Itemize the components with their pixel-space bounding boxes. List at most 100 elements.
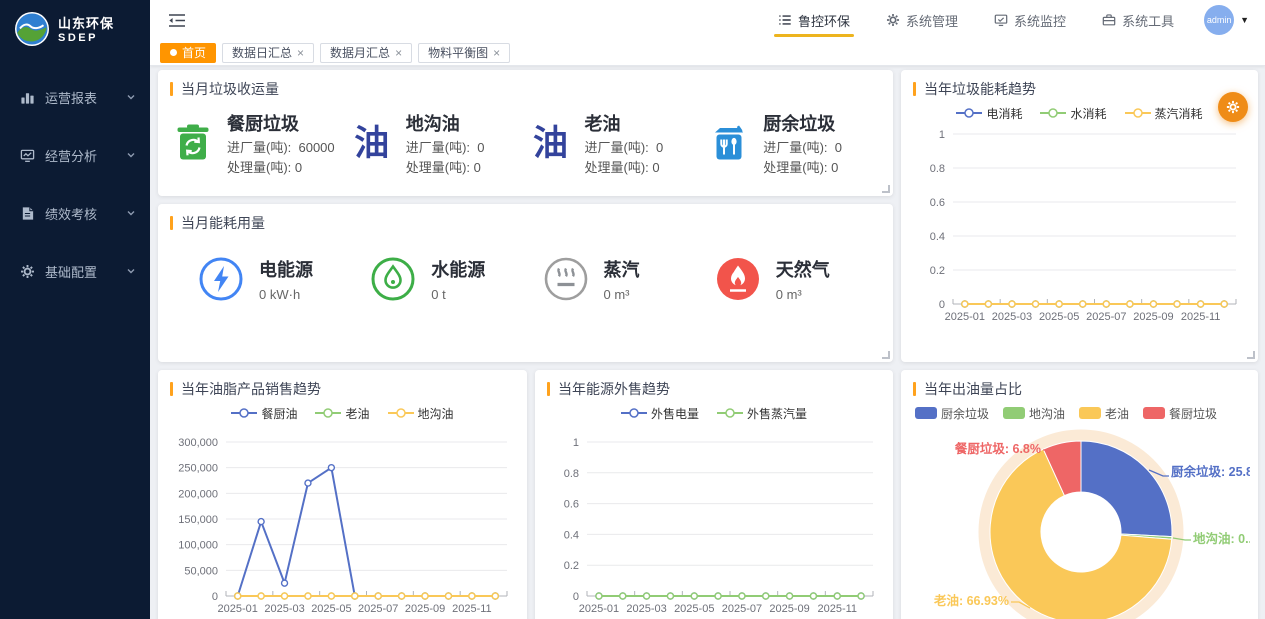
tab-3[interactable]: 物料平衡图 × xyxy=(418,43,510,63)
energy-item-0: 电能源 0 kW·h xyxy=(198,256,370,302)
svg-text:老油: 66.93%: 老油: 66.93% xyxy=(933,593,1009,608)
monitor-icon xyxy=(994,13,1008,27)
energy-item-2: 蒸汽 0 m³ xyxy=(543,256,715,302)
card-monthly-waste: 当月垃圾收运量 餐厨垃圾 进厂量(吨): 60000 处理量(吨): 0 油 地… xyxy=(158,70,893,196)
topnav-label: 鲁控环保 xyxy=(798,11,850,30)
chart-legend: 外售电量 外售蒸汽量 xyxy=(535,402,893,424)
card-header: 当月能耗用量 xyxy=(158,204,893,236)
energy-trend-chart[interactable]: 00.20.40.60.812025-012025-032025-052025-… xyxy=(909,124,1250,340)
topnav-item-0[interactable]: 鲁控环保 xyxy=(778,0,850,40)
topnav-item-2[interactable]: 系统监控 xyxy=(994,0,1066,40)
card-title: 当月垃圾收运量 xyxy=(181,79,279,99)
list-icon xyxy=(778,13,792,27)
legend-item[interactable]: 老油 xyxy=(1079,405,1129,422)
brand-name-en: SDEP xyxy=(58,32,114,45)
close-icon[interactable]: × xyxy=(395,47,402,59)
svg-text:0: 0 xyxy=(573,591,579,603)
avatar[interactable]: admin xyxy=(1204,5,1234,35)
legend-item[interactable]: 蒸汽消耗 xyxy=(1125,105,1203,122)
card-header: 当年出油量占比 xyxy=(901,370,1258,402)
resize-handle[interactable] xyxy=(882,185,890,193)
chart-settings-button[interactable] xyxy=(1218,92,1248,122)
legend-item[interactable]: 水消耗 xyxy=(1040,105,1106,122)
sidebar-item-label: 基础配置 xyxy=(45,262,97,281)
topnav-item-1[interactable]: 系统管理 xyxy=(886,0,958,40)
card-header: 当月垃圾收运量 xyxy=(158,70,893,102)
legend-item[interactable]: 外售电量 xyxy=(621,405,699,422)
sidebar-item-1[interactable]: 经营分析 xyxy=(0,126,150,184)
oil-char-icon: 油 xyxy=(354,126,389,161)
tab-1[interactable]: 数据日汇总 × xyxy=(222,43,314,63)
svg-text:2025-11: 2025-11 xyxy=(817,603,857,615)
gear-icon xyxy=(886,13,900,27)
svg-text:2025-05: 2025-05 xyxy=(674,603,714,615)
tab-0[interactable]: 首页 xyxy=(160,43,216,63)
sidebar-item-2[interactable]: 绩效考核 xyxy=(0,184,150,242)
legend-item[interactable]: 地沟油 xyxy=(1003,405,1065,422)
legend-item[interactable]: 老油 xyxy=(315,405,369,422)
brand-logo-icon xyxy=(14,11,50,50)
svg-text:0.6: 0.6 xyxy=(564,499,579,511)
accent-bar xyxy=(913,82,916,96)
sidebar-item-3[interactable]: 基础配置 xyxy=(0,242,150,300)
svg-text:0.8: 0.8 xyxy=(564,468,579,480)
chart-legend: 厨余垃圾 地沟油 老油 餐厨垃圾 xyxy=(901,402,1258,424)
chevron-down-icon: ▼ xyxy=(1240,16,1249,25)
legend-item[interactable]: 餐厨油 xyxy=(231,405,297,422)
active-dot xyxy=(170,49,177,56)
energy-item-3: 天然气 0 m³ xyxy=(715,256,887,302)
tab-label: 数据月汇总 xyxy=(330,44,390,61)
resize-handle[interactable] xyxy=(882,351,890,359)
close-icon[interactable]: × xyxy=(493,47,500,59)
card-title: 当年垃圾能耗趋势 xyxy=(924,79,1036,99)
top-navigation: 鲁控环保 系统管理 系统监控 系统工具 xyxy=(778,0,1174,40)
waste-in: 进厂量(吨): 60000 xyxy=(227,138,335,158)
legend-label: 老油 xyxy=(1105,405,1129,422)
accent-bar xyxy=(170,382,173,396)
waste-in: 进厂量(吨): 0 xyxy=(763,138,842,158)
document-icon xyxy=(20,206,35,221)
sidebar-collapse-button[interactable] xyxy=(166,9,188,31)
resize-handle[interactable] xyxy=(1247,351,1255,359)
user-menu[interactable]: admin ▼ xyxy=(1204,5,1249,35)
legend-item[interactable]: 外售蒸汽量 xyxy=(717,405,807,422)
svg-text:2025-11: 2025-11 xyxy=(452,603,492,615)
svg-text:1: 1 xyxy=(939,129,945,141)
main-content: 当月垃圾收运量 餐厨垃圾 进厂量(吨): 60000 处理量(吨): 0 油 地… xyxy=(150,66,1265,619)
energy-value: 0 t xyxy=(431,287,485,302)
svg-text:2025-09: 2025-09 xyxy=(1133,311,1173,323)
card-energy-sale-chart: 当年能源外售趋势 外售电量 外售蒸汽量 00.20.40.60.812025-0… xyxy=(535,370,893,619)
brand-logo: 山东环保 SDEP xyxy=(0,0,150,62)
oil-ratio-donut-chart[interactable]: 厨余垃圾: 25.8...地沟油: 0....老油: 66.93%餐厨垃圾: 6… xyxy=(909,424,1250,619)
svg-text:0: 0 xyxy=(212,591,218,603)
legend-label: 地沟油 xyxy=(418,405,454,422)
waste-in: 进厂量(吨): 0 xyxy=(585,138,664,158)
legend-label: 餐厨油 xyxy=(261,405,297,422)
waste-item-0: 餐厨垃圾 进厂量(吨): 60000 处理量(吨): 0 xyxy=(172,110,351,177)
tab-label: 物料平衡图 xyxy=(428,44,488,61)
legend-item[interactable]: 电消耗 xyxy=(956,105,1022,122)
gear-icon xyxy=(20,264,35,279)
topnav-item-3[interactable]: 系统工具 xyxy=(1102,0,1174,40)
card-header: 当年能源外售趋势 xyxy=(535,370,893,402)
sidebar-item-0[interactable]: 运营报表 xyxy=(0,68,150,126)
svg-text:2025-01: 2025-01 xyxy=(218,603,258,615)
svg-text:0.6: 0.6 xyxy=(930,197,945,209)
card-oil-ratio-chart: 当年出油量占比 厨余垃圾 地沟油 老油 餐厨垃圾 厨余垃圾: 25.8...地沟… xyxy=(901,370,1258,619)
legend-item[interactable]: 厨余垃圾 xyxy=(915,405,989,422)
food-bin-icon xyxy=(709,122,749,165)
electric-icon xyxy=(198,256,244,302)
svg-text:0.8: 0.8 xyxy=(930,163,945,175)
tab-bar: 首页 数据日汇总 × 数据月汇总 × 物料平衡图 × xyxy=(150,40,1265,66)
legend-item[interactable]: 餐厨垃圾 xyxy=(1143,405,1217,422)
tab-2[interactable]: 数据月汇总 × xyxy=(320,43,412,63)
energy-sale-chart[interactable]: 00.20.40.60.812025-012025-032025-052025-… xyxy=(543,424,885,619)
waste-item-3: 厨余垃圾 进厂量(吨): 0 处理量(吨): 0 xyxy=(708,110,887,177)
card-title: 当年出油量占比 xyxy=(924,379,1022,399)
legend-item[interactable]: 地沟油 xyxy=(388,405,454,422)
legend-label: 电消耗 xyxy=(986,105,1022,122)
svg-text:0.2: 0.2 xyxy=(564,560,579,572)
close-icon[interactable]: × xyxy=(297,47,304,59)
card-oil-sales-chart: 当年油脂产品销售趋势 餐厨油 老油 地沟油 050,000100,000150,… xyxy=(158,370,527,619)
oil-sales-chart[interactable]: 050,000100,000150,000200,000250,000300,0… xyxy=(166,424,519,619)
